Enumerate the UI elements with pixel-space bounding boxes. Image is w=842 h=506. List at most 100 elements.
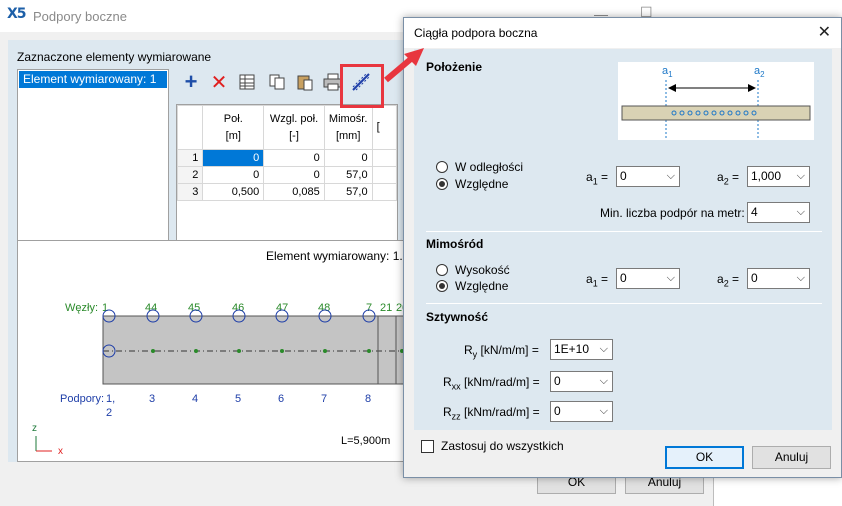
dialog-ok-button[interactable]: OK	[665, 446, 744, 469]
position-a1-select[interactable]: 0 ⌵	[616, 166, 680, 187]
axis-dot	[367, 349, 371, 353]
table-cell[interactable]	[371, 149, 397, 167]
grid-corner	[177, 105, 204, 150]
col-header-position[interactable]: Poł. [m]	[202, 105, 265, 150]
table-cell[interactable]	[371, 183, 397, 201]
table-cell[interactable]: 57,0	[323, 166, 373, 184]
table-cell[interactable]: 0,500	[202, 183, 265, 201]
chevron-down-icon[interactable]: ⌵	[797, 269, 805, 288]
row-number: 1	[177, 149, 204, 167]
stiffness-section-title: Sztywność	[426, 310, 489, 324]
node-label: 45	[188, 302, 200, 314]
radio-off-icon[interactable]	[436, 161, 448, 173]
col-header-position-unit: [m]	[225, 129, 241, 142]
grid-icon[interactable]	[236, 70, 258, 94]
rzz-value: 0	[554, 404, 561, 418]
axis-dot	[194, 349, 198, 353]
eccentricity-section-title: Mimośród	[426, 237, 484, 251]
copy-icon[interactable]	[266, 70, 288, 94]
ecc-a2-label: a2 =	[717, 272, 739, 288]
position-a2-value: 1,000	[751, 169, 782, 183]
ry-label-text: R	[464, 343, 473, 357]
min-supports-select[interactable]: 4 ⌵	[747, 202, 810, 223]
a2-label-text: a	[717, 170, 724, 184]
axis-x-label: x	[58, 446, 63, 457]
rzz-label-sub: zz	[451, 411, 461, 422]
support-label: 8	[365, 393, 371, 405]
length-label: L=5,900m	[341, 435, 390, 447]
radio-off-icon[interactable]	[436, 264, 448, 276]
table-cell[interactable]	[371, 166, 397, 184]
delete-icon[interactable]: ✕	[208, 70, 230, 94]
drawing-title: Element wymiarowany: 1. - I	[266, 249, 417, 263]
dialog-cancel-button[interactable]: Anuluj	[752, 446, 831, 469]
node-label: 1	[102, 302, 108, 314]
rxx-label-sub: xx	[451, 381, 461, 392]
radio-height-label: Wysokość	[455, 263, 510, 277]
support-label: 7	[321, 393, 327, 405]
eccentricity-a1-value: 0	[620, 271, 627, 285]
chevron-down-icon[interactable]: ⌵	[600, 402, 608, 421]
radio-ecc-relative[interactable]: Względne	[436, 279, 508, 293]
rzz-select[interactable]: 0 ⌵	[550, 401, 613, 422]
rxx-select[interactable]: 0 ⌵	[550, 371, 613, 392]
list-item[interactable]: Element wymiarowany: 1	[19, 71, 167, 88]
position-a2-select[interactable]: 1,000 ⌵	[747, 166, 810, 187]
col-header-eccentricity-name: Mimośr.	[328, 112, 368, 125]
radio-on-icon[interactable]	[436, 280, 448, 292]
highlight-box	[340, 64, 384, 108]
col-header-relative-name: Wzgl. poł.	[269, 112, 319, 125]
table-row[interactable]: 3 0,500 0,085 57,0	[177, 183, 397, 201]
col-header-position-name: Poł.	[223, 112, 243, 125]
paste-icon[interactable]	[294, 70, 316, 94]
radio-ecc-relative-label: Względne	[455, 279, 509, 293]
eccentricity-a2-select[interactable]: 0 ⌵	[747, 268, 810, 289]
separator	[426, 303, 822, 304]
table-cell[interactable]: 0	[202, 166, 265, 184]
chevron-down-icon[interactable]: ⌵	[797, 203, 805, 222]
plus-icon[interactable]: +	[180, 69, 202, 94]
radio-distance[interactable]: W odległości	[436, 160, 523, 174]
rxx-label-text: R	[443, 375, 452, 389]
rxx-label: Rxx [kNm/rad/m] =	[443, 375, 540, 391]
radio-relative[interactable]: Względne	[436, 177, 508, 191]
radio-relative-label: Względne	[455, 177, 509, 191]
ry-value: 1E+10	[554, 342, 590, 356]
apply-to-all-checkbox[interactable]: Zastosuj do wszystkich	[421, 439, 564, 453]
radio-on-icon[interactable]	[436, 178, 448, 190]
table-cell[interactable]: 0	[263, 149, 325, 167]
chevron-down-icon[interactable]: ⌵	[667, 269, 675, 288]
col-header-relative[interactable]: Wzgl. poł. [-]	[263, 105, 325, 150]
chevron-down-icon[interactable]: ⌵	[667, 167, 675, 186]
table-cell[interactable]: 0	[202, 149, 265, 167]
ecc-a1-label-sub: 1	[592, 278, 598, 289]
ry-select[interactable]: 1E+10 ⌵	[550, 339, 613, 360]
a2-eq-text: =	[732, 170, 740, 184]
a2-label: a2 =	[717, 170, 739, 186]
axis-dot	[151, 349, 155, 353]
support-label: 4	[192, 393, 198, 405]
eccentricity-a2-value: 0	[751, 271, 758, 285]
support-diagram: a1 a2	[618, 62, 814, 140]
chevron-down-icon[interactable]: ⌵	[600, 340, 608, 359]
chevron-down-icon[interactable]: ⌵	[600, 372, 608, 391]
table-row[interactable]: 2 0 0 57,0	[177, 166, 397, 184]
table-cell[interactable]: 0	[323, 149, 373, 167]
ecc-a2-eq-text: =	[732, 272, 740, 286]
chevron-down-icon[interactable]: ⌵	[797, 167, 805, 186]
table-row[interactable]: 1 0 0 0	[177, 149, 397, 167]
axis-z-label: z	[32, 423, 37, 434]
ecc-a1-label-text: a	[586, 272, 593, 286]
col-header-partial[interactable]: [	[371, 105, 397, 150]
table-cell[interactable]: 0,085	[263, 183, 325, 201]
radio-height[interactable]: Wysokość	[436, 263, 510, 277]
close-icon[interactable]: ✕	[818, 22, 831, 42]
rzz-label-unit: [kNm/rad/m] =	[460, 405, 540, 419]
checkbox-icon[interactable]	[421, 439, 434, 453]
eccentricity-a1-select[interactable]: 0 ⌵	[616, 268, 680, 289]
element-list[interactable]: Element wymiarowany: 1 ◀ ▶	[17, 69, 169, 265]
col-header-eccentricity[interactable]: Mimośr. [mm]	[323, 105, 373, 150]
ecc-a2-label-text: a	[717, 272, 724, 286]
table-cell[interactable]: 57,0	[323, 183, 373, 201]
table-cell[interactable]: 0	[263, 166, 325, 184]
